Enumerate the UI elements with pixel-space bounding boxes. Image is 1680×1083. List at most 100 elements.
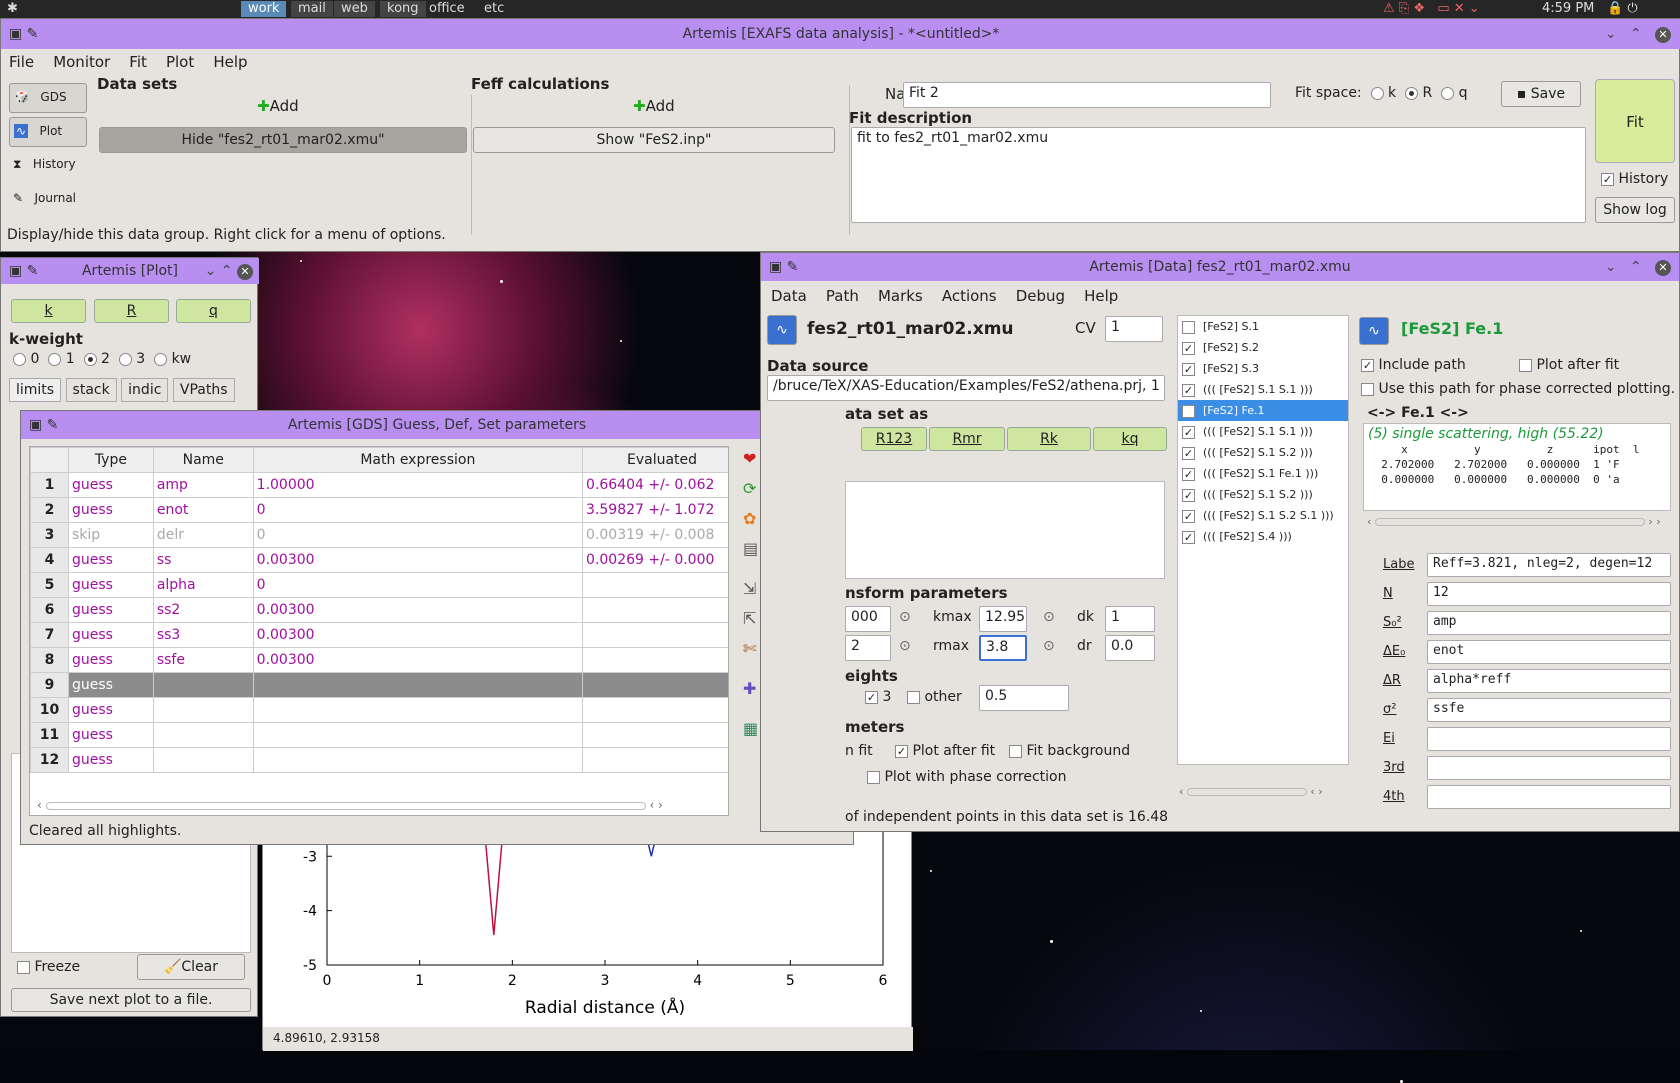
menu-file[interactable]: File [9, 53, 34, 71]
workspace-office[interactable]: office [422, 1, 472, 17]
workspace-mail[interactable]: mail [291, 1, 333, 17]
gds-expr-cell[interactable]: 0 [252, 522, 584, 548]
path-param-input[interactable] [1427, 756, 1671, 780]
plot-r123-button[interactable]: R123 [861, 427, 927, 451]
path-checkbox[interactable]: ✓ [1182, 362, 1195, 376]
path-checkbox[interactable]: ✓ [1182, 530, 1195, 544]
gds-row[interactable]: 3 skip delr 0 0.00319 +/- 0.008 [30, 522, 728, 548]
gds-eval-cell[interactable] [582, 572, 728, 598]
path-list-item[interactable]: ✓ ((( [FeS2] S.1 S.1 ))) [1178, 421, 1348, 442]
rmin-input[interactable]: 2 [845, 635, 891, 661]
gds-type-cell[interactable]: guess [67, 497, 154, 523]
plot-rmr-button[interactable]: Rmr [929, 427, 1005, 451]
gds-name-cell[interactable]: ssfe [152, 647, 254, 673]
plot-kq-button[interactable]: kq [1093, 427, 1167, 451]
gds-expr-cell[interactable]: 0.00300 [252, 547, 584, 573]
path-plot-after-fit-checkbox[interactable]: Plot after fit [1519, 357, 1619, 373]
save-plot-button[interactable]: Save next plot to a file. [11, 988, 251, 1012]
fitspace-k-radio[interactable] [1370, 86, 1384, 100]
window-controls[interactable]: ⌄ ⌃ ✕ [1605, 253, 1671, 281]
path-list-item[interactable]: ✓ ((( [FeS2] S.1 S.2 ))) [1178, 484, 1348, 505]
gds-row[interactable]: 9 guess [30, 672, 728, 698]
row-number[interactable]: 7 [30, 622, 69, 648]
kmin-input[interactable]: 000 [845, 606, 891, 632]
path-list-item[interactable]: ✓ [FeS2] Fe.1 [1178, 400, 1348, 421]
gds-eval-cell[interactable]: 0.66404 +/- 0.062 [582, 472, 728, 498]
gds-type-cell[interactable]: guess [67, 647, 154, 673]
gds-row[interactable]: 10 guess [30, 697, 728, 723]
tab-indic[interactable]: indic [121, 378, 169, 402]
path-checkbox[interactable]: ✓ [1182, 467, 1195, 481]
data-notes[interactable] [845, 481, 1165, 579]
menu-help[interactable]: Help [1084, 287, 1118, 305]
header-name[interactable]: Name [152, 447, 254, 473]
path-checkbox[interactable]: ✓ [1182, 383, 1195, 397]
path-list-item[interactable]: ✓ ((( [FeS2] S.1 S.1 ))) [1178, 379, 1348, 400]
window-controls[interactable]: ⌄ ⌃ ✕ [205, 258, 253, 284]
path-list-item[interactable]: ✓ ((( [FeS2] S.1 S.2 S.1 ))) [1178, 505, 1348, 526]
pick-icon[interactable]: ⊙ [899, 638, 911, 654]
add-feff-button[interactable]: ✚Add [633, 97, 675, 115]
path-param-input[interactable] [1427, 785, 1671, 809]
fitspace-r-radio[interactable] [1405, 86, 1419, 100]
row-number[interactable]: 12 [30, 747, 69, 773]
gds-name-cell[interactable]: delr [152, 522, 254, 548]
menu-help[interactable]: Help [213, 53, 247, 71]
gds-row[interactable]: 2 guess enot 0 3.59827 +/- 1.072 [30, 497, 728, 523]
path-param-input[interactable]: Reff=3.821, nleg=2, degen=12 [1427, 553, 1671, 577]
gds-expr-cell[interactable] [252, 747, 584, 773]
gds-expr-cell[interactable] [252, 672, 584, 698]
tab-stack[interactable]: stack [65, 378, 117, 402]
fitspace-q-radio[interactable] [1441, 86, 1455, 100]
gds-eval-cell[interactable]: 0.00319 +/- 0.008 [582, 522, 728, 548]
gds-row[interactable]: 4 guess ss 0.00300 0.00269 +/- 0.000 [30, 547, 728, 573]
kweight-3-radio[interactable] [118, 352, 132, 366]
path-list-item[interactable]: ✓ ((( [FeS2] S.1 S.2 ))) [1178, 442, 1348, 463]
gds-type-cell[interactable]: guess [67, 697, 154, 723]
path-checkbox[interactable]: ✓ [1182, 341, 1195, 355]
gds-expr-cell[interactable]: 0.00300 [252, 622, 584, 648]
rmax-input[interactable]: 3.8 [979, 635, 1027, 661]
weight-3-checkbox[interactable]: ✓ 3 [865, 689, 891, 705]
data-plot-icon[interactable]: ∿ [767, 315, 797, 345]
menu-path[interactable]: Path [826, 287, 859, 305]
gds-row[interactable]: 6 guess ss2 0.00300 [30, 597, 728, 623]
pick-icon[interactable]: ⊙ [1043, 609, 1055, 625]
plot-after-fit-checkbox[interactable]: ✓ Plot after fit [895, 743, 995, 759]
main-titlebar[interactable]: ▣ ✎ Artemis [EXAFS data analysis] - *<un… [1, 19, 1680, 49]
workspace-etc[interactable]: etc [477, 1, 511, 17]
fit-background-checkbox[interactable]: Fit background [1009, 743, 1130, 759]
gds-name-cell[interactable]: ss2 [152, 597, 254, 623]
workspace-kong[interactable]: kong [380, 1, 426, 17]
gds-eval-cell[interactable] [582, 597, 728, 623]
pick-icon[interactable]: ⊙ [899, 609, 911, 625]
plot-r-button[interactable]: R [94, 299, 169, 323]
show-log-button[interactable]: Show log [1595, 197, 1675, 223]
menu-data[interactable]: Data [771, 287, 807, 305]
pick-icon[interactable]: ⊙ [1043, 638, 1055, 654]
gds-expr-cell[interactable]: 1.00000 [252, 472, 584, 498]
workspace-web[interactable]: web [334, 1, 375, 17]
gds-eval-cell[interactable]: 3.59827 +/- 1.072 [582, 497, 728, 523]
gds-eval-cell[interactable]: 0.00269 +/- 0.000 [582, 547, 728, 573]
gds-row[interactable]: 1 guess amp 1.00000 0.66404 +/- 0.062 [30, 472, 728, 498]
add-data-button[interactable]: ✚Add [257, 97, 299, 115]
gds-row[interactable]: 8 guess ssfe 0.00300 [30, 647, 728, 673]
menu-actions[interactable]: Actions [942, 287, 997, 305]
path-plot-icon[interactable]: ∿ [1359, 317, 1389, 345]
workspace-work[interactable]: work [241, 1, 287, 17]
path-list-item[interactable]: [FeS2] S.1 [1178, 316, 1348, 337]
geometry-hscroll[interactable]: ‹ › › [1367, 515, 1661, 528]
plot-k-button[interactable]: k [11, 299, 86, 323]
gds-expr-cell[interactable]: 0 [252, 572, 584, 598]
path-list-item[interactable]: ✓ [FeS2] S.2 [1178, 337, 1348, 358]
gds-type-cell[interactable]: guess [67, 472, 154, 498]
gds-eval-cell[interactable] [582, 622, 728, 648]
gds-type-cell[interactable]: guess [67, 622, 154, 648]
gds-type-cell[interactable]: guess [67, 597, 154, 623]
row-number[interactable]: 6 [30, 597, 69, 623]
gds-name-cell[interactable]: enot [152, 497, 254, 523]
other-weight-input[interactable]: 0.5 [979, 685, 1069, 711]
tab-limits[interactable]: limits [9, 378, 62, 402]
gds-name-cell[interactable]: ss3 [152, 622, 254, 648]
